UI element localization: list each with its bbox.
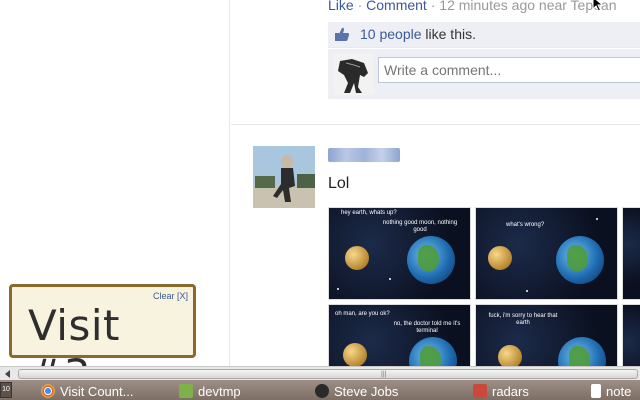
moon-graphic: [343, 343, 367, 366]
post-author-name[interactable]: [328, 148, 400, 162]
comic-panel: [622, 207, 640, 300]
taskbar-start-icon[interactable]: 10: [0, 382, 12, 398]
comment-composer: [328, 49, 640, 99]
taskbar: 10 Visit Count... devtmp Steve Jobs rada…: [0, 380, 640, 400]
note-icon: [591, 384, 601, 398]
clear-link[interactable]: Clear [X]: [153, 291, 188, 301]
post-timestamp[interactable]: 12 minutes ago near Tepean: [439, 0, 616, 13]
like-link[interactable]: Like: [328, 0, 354, 13]
avatar-image: [334, 53, 374, 95]
earth-graphic: [407, 236, 455, 284]
horizontal-scrollbar[interactable]: |||: [0, 366, 640, 380]
moon-graphic: [345, 246, 369, 270]
comic-caption: no, the doctor told me it's terminal: [393, 321, 461, 334]
post-text: Lol: [328, 175, 350, 192]
app-icon: [315, 384, 329, 398]
visit-count-text: Visit #3: [28, 301, 120, 366]
earth-graphic: [558, 337, 606, 366]
comic-panel: fuck, i'm sorry to hear that earth: [475, 304, 618, 366]
post-image[interactable]: hey earth, whats up? nothing good moon, …: [328, 207, 640, 366]
comic-caption: oh man, are you ok?: [335, 311, 390, 317]
visit-counter-widget: Clear [X] Visit #3: [9, 284, 196, 366]
taskbar-item[interactable]: note: [588, 382, 631, 400]
folder-icon: [179, 384, 193, 398]
mouse-cursor-icon: [592, 0, 604, 12]
earth-graphic: [556, 236, 604, 284]
browser-viewport: Clear [X] Visit #3 Like · Comment · 12 m…: [0, 0, 640, 366]
likes-count-link[interactable]: 10 people: [360, 26, 422, 42]
comic-panel: oh man, are you ok? no, the doctor told …: [328, 304, 471, 366]
taskbar-item[interactable]: Steve Jobs: [312, 382, 398, 400]
taskbar-item-label: Visit Count...: [60, 383, 134, 399]
avatar: [334, 53, 374, 95]
avatar[interactable]: [253, 146, 315, 208]
separator: ·: [430, 0, 436, 13]
comic-panel: what's wrong?: [475, 207, 618, 300]
moon-graphic: [498, 345, 522, 366]
comic-caption: hey earth, whats up?: [341, 210, 397, 216]
scrollbar-thumb[interactable]: |||: [18, 369, 638, 379]
taskbar-item-label: devtmp: [198, 383, 241, 399]
taskbar-item[interactable]: Visit Count...: [38, 382, 133, 400]
feed-divider: [231, 124, 640, 125]
grip-icon: |||: [381, 371, 387, 378]
comment-input[interactable]: [378, 57, 640, 83]
comic-panel: [622, 304, 640, 366]
comment-link[interactable]: Comment: [366, 0, 427, 13]
avatar-image: [253, 146, 315, 208]
taskbar-item-label: radars: [492, 383, 529, 399]
news-feed: Like · Comment · 12 minutes ago near Tep…: [231, 0, 640, 366]
separator: ·: [357, 0, 363, 13]
taskbar-item-label: Steve Jobs: [334, 383, 399, 399]
comic-caption: what's wrong?: [506, 222, 545, 228]
radar-icon: [473, 384, 487, 398]
comic-caption: nothing good moon, nothing good: [382, 220, 458, 233]
taskbar-item-label: note: [606, 383, 632, 399]
taskbar-item[interactable]: devtmp: [176, 382, 241, 400]
comic-caption: fuck, i'm sorry to hear that earth: [488, 313, 558, 326]
likes-text: 10 people like this.: [360, 26, 476, 42]
post-meta-line: Like · Comment · 12 minutes ago near Tep…: [328, 0, 617, 13]
chrome-icon: [41, 384, 55, 398]
likes-suffix: like this.: [425, 26, 476, 42]
earth-graphic: [409, 337, 457, 366]
scroll-left-icon[interactable]: [2, 368, 14, 380]
taskbar-item[interactable]: radars: [470, 382, 529, 400]
thumbs-up-icon: [335, 27, 350, 41]
left-column: Clear [X] Visit #3: [0, 0, 230, 366]
likes-summary: 10 people like this.: [328, 22, 640, 48]
comic-panel: hey earth, whats up? nothing good moon, …: [328, 207, 471, 300]
moon-graphic: [488, 246, 512, 270]
